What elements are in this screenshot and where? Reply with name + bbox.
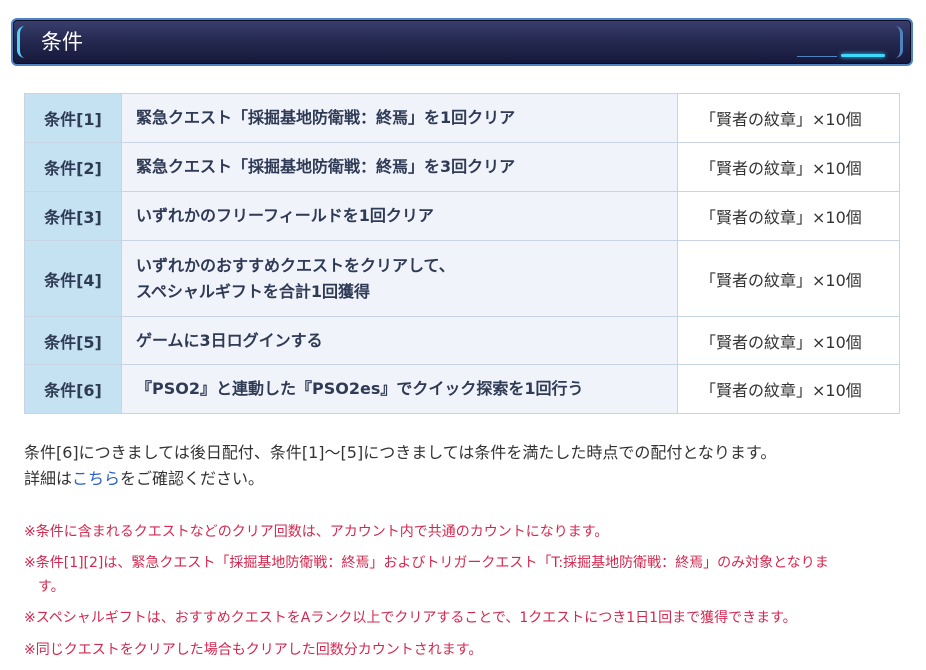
condition-reward: 「賢者の紋章」×10個 [677, 142, 900, 192]
condition-label: 条件[6] [24, 364, 122, 414]
table-row: 条件[3] いずれかのフリーフィールドを1回クリア 「賢者の紋章」×10個 [24, 191, 900, 241]
condition-description: ゲームに3日ログインする [121, 316, 678, 365]
warning-2-line2: す。 [38, 579, 65, 595]
condition-label: 条件[2] [24, 142, 122, 192]
section-title: 条件 [41, 30, 83, 54]
distribution-note: 条件[6]につきましては後日配付、条件[1]～[5]につきましては条件を満たした… [24, 440, 904, 492]
warning-4: ※同じクエストをクリアした場合もクリアした回数分カウントされます。 [24, 642, 483, 658]
table-row: 条件[4] いずれかのおすすめクエストをクリアして、 スペシャルギフトを合計1回… [24, 240, 900, 317]
section-header: 条件 [11, 18, 913, 66]
condition-description: 緊急クエスト「採掘基地防衛戦：終焉」を3回クリア [121, 142, 678, 192]
table-row: 条件[6] 『PSO2』と連動した『PSO2es』でクイック探索を1回行う 「賢… [24, 364, 900, 414]
condition-reward: 「賢者の紋章」×10個 [677, 191, 900, 241]
condition-description: 緊急クエスト「採掘基地防衛戦：終焉」を1回クリア [121, 93, 678, 143]
note-line-2: 詳細はこちらをご確認ください。 [24, 466, 904, 492]
header-glow-line [841, 54, 885, 57]
header-left-bracket [17, 26, 26, 58]
condition-description-line2: スペシャルギフトを合計1回獲得 [136, 281, 371, 301]
condition-description: 『PSO2』と連動した『PSO2es』でクイック探索を1回行う [121, 364, 678, 414]
note-suffix: をご確認ください。 [120, 469, 265, 488]
condition-label: 条件[1] [24, 93, 122, 143]
warning-2-line1: ※条件[1][2]は、緊急クエスト「採掘基地防衛戦：終焉」およびトリガークエスト… [24, 555, 829, 571]
header-right-bracket [892, 26, 903, 58]
condition-description: いずれかのおすすめクエストをクリアして、 スペシャルギフトを合計1回獲得 [121, 240, 678, 317]
details-link[interactable]: こちら [72, 469, 120, 488]
header-decor-line [797, 56, 837, 57]
condition-reward: 「賢者の紋章」×10個 [677, 93, 900, 143]
condition-description-line1: いずれかのおすすめクエストをクリアして、 [136, 255, 455, 275]
warning-2: ※条件[1][2]は、緊急クエスト「採掘基地防衛戦：終焉」およびトリガークエスト… [24, 551, 904, 599]
condition-description: いずれかのフリーフィールドを1回クリア [121, 191, 678, 241]
warning-1: ※条件に含まれるクエストなどのクリア回数は、アカウント内で共通のカウントになりま… [24, 524, 609, 540]
condition-label: 条件[3] [24, 191, 122, 241]
condition-label: 条件[4] [24, 240, 122, 317]
condition-label: 条件[5] [24, 316, 122, 365]
condition-reward: 「賢者の紋章」×10個 [677, 240, 900, 317]
condition-reward: 「賢者の紋章」×10個 [677, 364, 900, 414]
table-row: 条件[5] ゲームに3日ログインする 「賢者の紋章」×10個 [24, 316, 900, 365]
warning-3: ※スペシャルギフトは、おすすめクエストをAランク以上でクリアすることで、1クエス… [24, 610, 797, 626]
note-line-1: 条件[6]につきましては後日配付、条件[1]～[5]につきましては条件を満たした… [24, 443, 777, 462]
conditions-table: 条件[1] 緊急クエスト「採掘基地防衛戦：終焉」を1回クリア 「賢者の紋章」×1… [24, 93, 900, 414]
table-row: 条件[1] 緊急クエスト「採掘基地防衛戦：終焉」を1回クリア 「賢者の紋章」×1… [24, 93, 900, 143]
condition-reward: 「賢者の紋章」×10個 [677, 316, 900, 365]
table-row: 条件[2] 緊急クエスト「採掘基地防衛戦：終焉」を3回クリア 「賢者の紋章」×1… [24, 142, 900, 192]
note-prefix: 詳細は [24, 469, 73, 488]
